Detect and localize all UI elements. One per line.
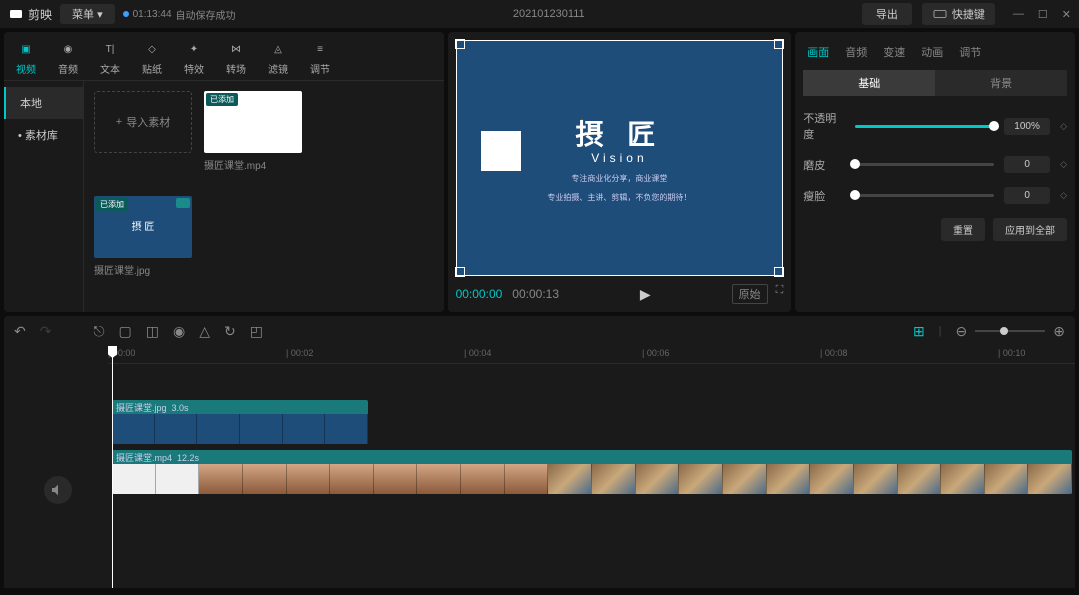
speed-button[interactable]: ◉ — [173, 323, 185, 340]
playhead[interactable] — [112, 346, 113, 588]
track-mute-button[interactable] — [44, 476, 72, 504]
prop-tab-1[interactable]: 音频 — [845, 44, 867, 60]
properties-panel: 画面音频变速动画调节 基础背景 不透明度 100% ◇磨皮 0 ◇瘦脸 0 ◇ … — [795, 32, 1075, 312]
project-title: 202101230111 — [244, 8, 854, 20]
timeline[interactable]: | 00:00| 00:02| 00:04| 00:06| 00:08| 00:… — [4, 346, 1075, 588]
app-icon — [8, 6, 24, 22]
maximize-button[interactable]: ☐ — [1038, 8, 1048, 21]
ratio-button[interactable]: 原始 — [732, 284, 768, 304]
tool-tab-0[interactable]: ▣视频 — [16, 40, 36, 76]
tab-icon: ▣ — [17, 40, 35, 58]
prop-tab-4[interactable]: 调节 — [959, 44, 981, 60]
app-logo: 剪映 — [8, 6, 52, 23]
crop-button[interactable]: ◰ — [250, 323, 263, 340]
prop-tab-3[interactable]: 动画 — [921, 44, 943, 60]
qr-code — [481, 131, 521, 171]
shortcut-button[interactable]: 快捷键 — [922, 3, 995, 25]
slider-value: 0 — [1004, 156, 1050, 173]
media-item[interactable]: 已添加 00:00:13 摄匠课堂.mp4 — [204, 91, 302, 172]
keyboard-icon — [932, 6, 948, 22]
prop-tab-0[interactable]: 画面 — [807, 44, 829, 60]
slider-2[interactable] — [855, 194, 994, 197]
tool-tab-2[interactable]: T|文本 — [100, 40, 120, 76]
tab-icon: ≡ — [311, 40, 329, 58]
tool-tab-3[interactable]: ◇贴纸 — [142, 40, 162, 76]
close-button[interactable]: ✕ — [1062, 8, 1071, 21]
slider-0[interactable] — [855, 125, 994, 128]
ruler-tick: | 00:04 — [464, 348, 491, 358]
preview-canvas[interactable]: 摂 匠 Vision 专注商业化分享，商业课堂 专业拍摄、主讲、剪辑，不负您的期… — [456, 40, 784, 276]
slider-1[interactable] — [855, 163, 994, 166]
tab-icon: ◇ — [143, 40, 161, 58]
ruler-tick: | 00:06 — [642, 348, 669, 358]
plus-icon: + — [116, 116, 122, 128]
spinner-icon[interactable]: ◇ — [1060, 121, 1067, 132]
slider-value: 100% — [1004, 118, 1050, 135]
tab-icon: ⋈ — [227, 40, 245, 58]
spinner-icon[interactable]: ◇ — [1060, 159, 1067, 170]
titlebar: 剪映 菜单 ▾ 01:13:44 自动保存成功 202101230111 导出 … — [0, 0, 1079, 28]
mirror-button[interactable]: △ — [199, 323, 210, 340]
preview-panel: 摂 匠 Vision 专注商业化分享，商业课堂 专业拍摄、主讲、剪辑，不负您的期… — [448, 32, 792, 312]
prop-tab-2[interactable]: 变速 — [883, 44, 905, 60]
tool-tab-6[interactable]: ◬滤镜 — [268, 40, 288, 76]
slider-label: 瘦脸 — [803, 188, 845, 204]
snap-button[interactable]: ⊞ — [913, 323, 925, 340]
media-panel: ▣视频 ◉音频 T|文本 ◇贴纸 ✦特效 ⋈转场 ◬滤镜 ≡调节 本地• 素材库 + 导入素材… — [4, 32, 444, 312]
tab-icon: ◬ — [269, 40, 287, 58]
tool-tab-1[interactable]: ◉音频 — [58, 40, 78, 76]
rotate-button[interactable]: ↻ — [224, 323, 236, 340]
zoom-slider[interactable] — [975, 330, 1045, 332]
tab-icon: ◉ — [59, 40, 77, 58]
timeline-toolbar: ↶ ↷ ⎋ ▢ ◫ ◉ △ ↻ ◰ ⊞ | ⊖ ⊕ — [4, 316, 1075, 346]
slider-value: 0 — [1004, 187, 1050, 204]
speaker-icon — [50, 482, 66, 498]
tab-icon: ✦ — [185, 40, 203, 58]
import-media-button[interactable]: + 导入素材 — [94, 91, 192, 153]
redo-button[interactable]: ↷ — [40, 323, 52, 340]
menu-button[interactable]: 菜单 ▾ — [60, 4, 115, 24]
ratio-button[interactable]: ◫ — [146, 323, 159, 340]
spinner-icon[interactable]: ◇ — [1060, 190, 1067, 201]
ruler-tick: | 00:02 — [286, 348, 313, 358]
minimize-button[interactable]: — — [1013, 8, 1024, 21]
media-type-icon — [176, 198, 190, 208]
autosave-status: 01:13:44 自动保存成功 — [123, 7, 236, 22]
zoom-out-button[interactable]: ⊖ — [956, 323, 968, 340]
zoom-in-button[interactable]: ⊕ — [1053, 323, 1065, 340]
slider-label: 磨皮 — [803, 157, 845, 173]
apply-all-button[interactable]: 应用到全部 — [993, 218, 1067, 241]
tab-icon: T| — [101, 40, 119, 58]
timeline-clip[interactable]: 摄匠课堂.mp4 12.2s — [112, 450, 1072, 494]
total-time: 00:00:13 — [512, 287, 559, 301]
side-tab-0[interactable]: 本地 — [4, 87, 83, 119]
tool-tab-5[interactable]: ⋈转场 — [226, 40, 246, 76]
slider-label: 不透明度 — [803, 110, 845, 142]
sub-tab-1[interactable]: 背景 — [935, 70, 1067, 96]
media-item[interactable]: 已添加 摂 匠 摄匠课堂.jpg — [94, 196, 192, 277]
delete-button[interactable]: ▢ — [119, 323, 132, 340]
fullscreen-button[interactable]: ⛶ — [776, 284, 784, 304]
side-tab-1[interactable]: • 素材库 — [4, 119, 83, 151]
tool-tab-4[interactable]: ✦特效 — [184, 40, 204, 76]
reset-button[interactable]: 重置 — [941, 218, 985, 241]
ruler-tick: | 00:10 — [998, 348, 1025, 358]
current-time: 00:00:00 — [456, 287, 503, 301]
sub-tab-0[interactable]: 基础 — [803, 70, 935, 96]
play-button[interactable]: ▶ — [569, 286, 722, 303]
undo-button[interactable]: ↶ — [14, 323, 26, 340]
timeline-clip[interactable]: 摄匠课堂.jpg 3.0s — [112, 400, 368, 444]
split-button[interactable]: ⎋ — [93, 323, 104, 340]
ruler-tick: | 00:08 — [820, 348, 847, 358]
tool-tab-7[interactable]: ≡调节 — [310, 40, 330, 76]
export-button[interactable]: 导出 — [862, 3, 912, 25]
